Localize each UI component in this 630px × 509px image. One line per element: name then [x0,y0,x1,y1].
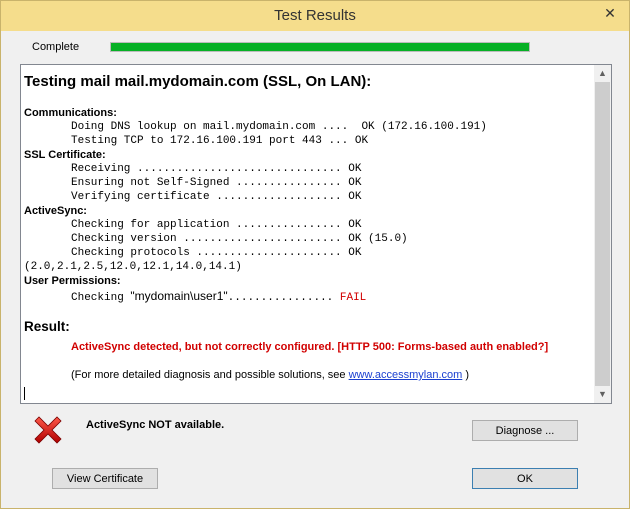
line-protocols: Checking protocols .....................… [71,247,362,259]
test-heading: Testing mail mail.mydomain.com (SSL, On … [24,73,372,90]
accessmylan-link[interactable]: www.accessmylan.com [349,369,463,381]
section-activesync: ActiveSync: [24,205,87,217]
results-content: Testing mail mail.mydomain.com (SSL, On … [21,65,592,403]
line-version: Checking version .......................… [71,233,408,245]
title-bar[interactable]: Test Results ✕ [1,1,629,31]
results-textbox[interactable]: Testing mail mail.mydomain.com (SSL, On … [20,64,612,404]
result-heading: Result: [24,319,70,334]
progress-bar [110,42,530,52]
progress-label: Complete [32,41,80,53]
line-protocol-list: (2.0,2.1,2.5,12.0,12.1,14.0,14.1) [24,261,242,273]
section-permissions: User Permissions: [24,275,121,287]
result-message: ActiveSync detected, but not correctly c… [71,341,549,353]
line-checking-user: Checking "mydomain\user1"...............… [71,289,366,304]
info-line: (For more detailed diagnosis and possibl… [71,369,469,381]
scroll-up-icon[interactable]: ▲ [594,65,611,82]
checking-dots: ................ [227,292,340,304]
status-message: ActiveSync NOT available. [86,419,225,431]
text-caret [24,387,25,400]
progress-fill [111,43,529,51]
window-title: Test Results [274,7,356,24]
test-results-window: Test Results ✕ Complete Testing mail mai… [0,0,630,509]
line-verifying: Verifying certificate ..................… [71,191,362,203]
close-icon[interactable]: ✕ [599,3,621,23]
section-communications: Communications: [24,107,117,119]
ok-button[interactable]: OK [472,468,578,489]
line-self-signed: Ensuring not Self-Signed ...............… [71,177,362,189]
dialog-body: Complete Testing mail mail.mydomain.com … [8,32,622,500]
line-dns: Doing DNS lookup on mail.mydomain.com ..… [71,121,487,133]
error-x-icon [34,416,62,444]
view-certificate-button[interactable]: View Certificate [52,468,158,489]
info-prefix: (For more detailed diagnosis and possibl… [71,369,349,381]
checking-user-name: "mydomain\user1" [130,289,228,303]
scroll-thumb[interactable] [595,82,610,386]
info-suffix: ) [462,369,470,381]
vertical-scrollbar[interactable]: ▲ ▼ [594,65,611,403]
fail-status: FAIL [339,292,367,304]
line-receiving: Receiving ..............................… [71,163,362,175]
line-application: Checking for application ...............… [71,219,362,231]
checking-prefix: Checking [71,292,131,304]
line-tcp: Testing TCP to 172.16.100.191 port 443 .… [71,135,369,147]
diagnose-button[interactable]: Diagnose ... [472,420,578,441]
scroll-down-icon[interactable]: ▼ [594,386,611,403]
section-ssl: SSL Certificate: [24,149,106,161]
